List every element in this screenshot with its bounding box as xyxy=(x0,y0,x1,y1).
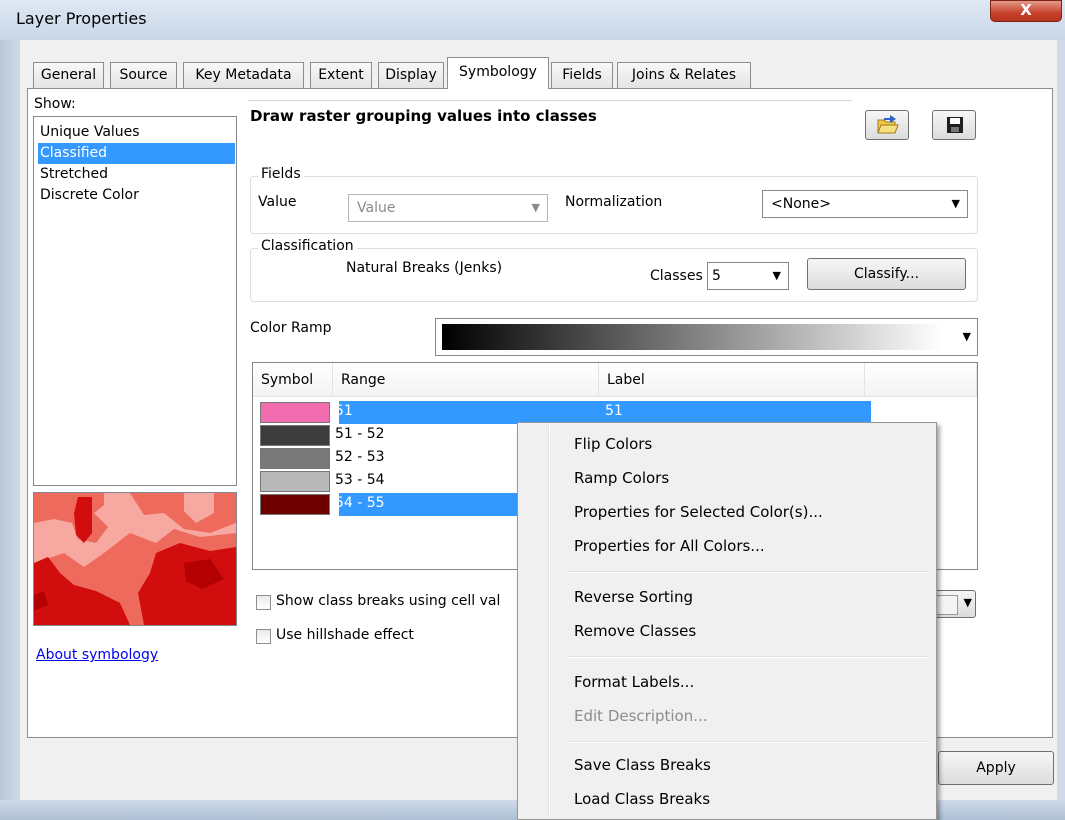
tab-symbology[interactable]: Symbology xyxy=(447,57,549,89)
fields-group-label: Fields xyxy=(258,166,304,182)
normalization-dropdown[interactable]: <None> ▼ xyxy=(762,190,968,218)
column-header-range[interactable]: Range xyxy=(333,363,599,397)
menu-item-remove-classes[interactable]: Remove Classes xyxy=(574,622,696,640)
menu-separator xyxy=(566,741,930,743)
classification-group-label: Classification xyxy=(258,238,357,254)
close-button[interactable]: X xyxy=(990,0,1062,22)
symbol-swatch[interactable] xyxy=(260,471,330,492)
menu-separator xyxy=(566,571,930,573)
show-class-breaks-checkbox[interactable] xyxy=(256,595,271,610)
tab-fields[interactable]: Fields xyxy=(551,62,613,88)
color-ramp-dropdown[interactable]: ▼ xyxy=(435,318,978,356)
color-ramp-label: Color Ramp xyxy=(250,320,332,336)
column-header-symbol[interactable]: Symbol xyxy=(253,363,333,397)
tab-extent[interactable]: Extent xyxy=(310,62,372,88)
show-class-breaks-label: Show class breaks using cell val xyxy=(276,593,501,609)
classification-method: Natural Breaks (Jenks) xyxy=(346,260,503,276)
value-dropdown-text: Value xyxy=(357,200,396,216)
tab-joins-relates[interactable]: Joins & Relates xyxy=(617,62,751,88)
show-item-unique-values[interactable]: Unique Values xyxy=(38,122,235,143)
chevron-down-icon: ▼ xyxy=(772,269,781,282)
table-row[interactable]: 51 51 xyxy=(259,401,871,424)
symbology-preview-image xyxy=(33,492,237,626)
menu-separator xyxy=(566,656,930,658)
options-icon xyxy=(936,595,958,615)
normalization-label: Normalization xyxy=(565,194,663,210)
window-frame-left xyxy=(0,40,20,820)
range-cell[interactable]: 51 xyxy=(335,403,353,419)
tab-source[interactable]: Source xyxy=(110,62,177,88)
menu-item-format-labels[interactable]: Format Labels... xyxy=(574,673,694,691)
tab-general[interactable]: General xyxy=(33,62,104,88)
label-cell[interactable]: 51 xyxy=(605,403,623,419)
classes-dropdown[interactable]: 5 ▼ xyxy=(707,262,789,290)
menu-item-edit-description: Edit Description... xyxy=(574,707,708,725)
show-label: Show: xyxy=(34,96,76,112)
folder-import-icon xyxy=(877,115,899,134)
import-button[interactable] xyxy=(865,110,909,140)
range-cell[interactable]: 53 - 54 xyxy=(335,472,385,488)
chevron-down-icon: ▼ xyxy=(951,197,960,210)
range-cell[interactable]: 54 - 55 xyxy=(335,495,385,511)
apply-button[interactable]: Apply xyxy=(938,751,1054,785)
symbol-swatch[interactable] xyxy=(260,402,330,423)
value-label: Value xyxy=(258,194,297,210)
show-item-classified[interactable]: Classified xyxy=(38,143,235,164)
range-cell[interactable]: 51 - 52 xyxy=(335,426,385,442)
menu-item-flip-colors[interactable]: Flip Colors xyxy=(574,435,652,453)
tab-key-metadata[interactable]: Key Metadata xyxy=(183,62,304,88)
renderer-heading: Draw raster grouping values into classes xyxy=(250,107,597,125)
heading-divider xyxy=(248,100,852,103)
menu-item-load-class-breaks[interactable]: Load Class Breaks xyxy=(574,790,710,808)
hillshade-label: Use hillshade effect xyxy=(276,627,414,643)
menu-item-properties-selected[interactable]: Properties for Selected Color(s)... xyxy=(574,503,823,521)
context-menu: Flip Colors Ramp Colors Properties for S… xyxy=(517,422,937,820)
color-ramp-preview xyxy=(442,324,942,350)
menu-item-reverse-sorting[interactable]: Reverse Sorting xyxy=(574,588,693,606)
chevron-down-icon: ▼ xyxy=(531,201,540,214)
menu-gutter xyxy=(548,425,550,817)
chevron-down-icon: ▼ xyxy=(963,596,972,609)
menu-item-save-class-breaks[interactable]: Save Class Breaks xyxy=(574,756,711,774)
title-bar[interactable] xyxy=(0,0,1065,40)
column-header-label[interactable]: Label xyxy=(599,363,865,397)
window-frame-right xyxy=(1057,40,1065,820)
menu-item-properties-all[interactable]: Properties for All Colors... xyxy=(574,537,765,555)
show-item-discrete-color[interactable]: Discrete Color xyxy=(38,185,235,206)
column-header-blank xyxy=(865,363,977,397)
classes-dropdown-text: 5 xyxy=(712,268,721,284)
floppy-save-icon xyxy=(947,117,963,133)
show-list[interactable]: Unique Values Classified Stretched Discr… xyxy=(33,116,237,486)
classes-label: Classes xyxy=(650,268,703,284)
hillshade-checkbox[interactable] xyxy=(256,629,271,644)
about-symbology-link[interactable]: About symbology xyxy=(36,647,158,663)
show-item-stretched[interactable]: Stretched xyxy=(38,164,235,185)
menu-item-ramp-colors[interactable]: Ramp Colors xyxy=(574,469,669,487)
symbol-swatch[interactable] xyxy=(260,448,330,469)
value-dropdown[interactable]: Value ▼ xyxy=(348,194,548,222)
save-layer-button[interactable] xyxy=(932,110,976,140)
window-title: Layer Properties xyxy=(16,9,147,28)
normalization-dropdown-text: <None> xyxy=(771,196,831,212)
symbol-swatch[interactable] xyxy=(260,494,330,515)
advanced-options-button[interactable]: ▼ xyxy=(935,590,976,618)
range-cell[interactable]: 52 - 53 xyxy=(335,449,385,465)
close-icon: X xyxy=(1020,1,1032,19)
symbol-swatch[interactable] xyxy=(260,425,330,446)
tab-display[interactable]: Display xyxy=(378,62,444,88)
classify-button[interactable]: Classify... xyxy=(807,258,966,290)
chevron-down-icon: ▼ xyxy=(962,330,971,343)
